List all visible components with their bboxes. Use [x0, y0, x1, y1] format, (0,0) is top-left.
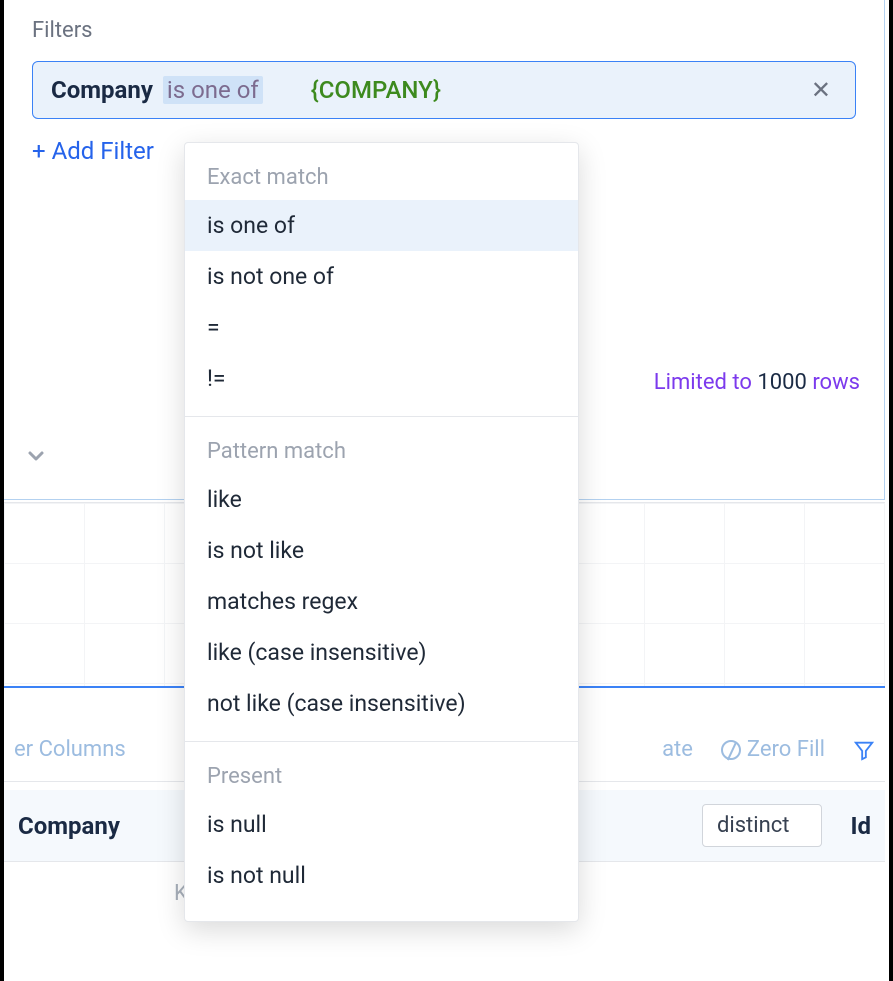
- dropdown-item[interactable]: is not one of: [185, 251, 578, 302]
- dropdown-item[interactable]: is not null: [185, 850, 578, 901]
- dropdown-item[interactable]: not like (case insensitive): [185, 678, 578, 729]
- filter-toolbar-button[interactable]: [853, 739, 875, 761]
- filters-heading: Filters: [32, 18, 856, 43]
- filter-operator[interactable]: is one of: [163, 76, 263, 104]
- dropdown-section: Pattern matchlikeis not likematches rege…: [185, 417, 578, 742]
- dropdown-item[interactable]: is one of: [185, 200, 578, 251]
- add-filter-button[interactable]: + Add Filter: [32, 137, 154, 165]
- zero-fill-label: Zero Fill: [747, 737, 825, 762]
- dropdown-item[interactable]: like (case insensitive): [185, 627, 578, 678]
- dropdown-item[interactable]: =: [185, 302, 578, 353]
- close-icon[interactable]: ✕: [805, 76, 837, 104]
- filter-field-name[interactable]: Company: [51, 76, 153, 104]
- dropdown-item[interactable]: like: [185, 474, 578, 525]
- dropdown-section-header: Exact match: [185, 151, 578, 200]
- columns-button[interactable]: er Columns: [14, 737, 126, 762]
- column-id[interactable]: Id: [850, 812, 871, 840]
- ate-button[interactable]: ate: [662, 737, 693, 762]
- aggregation-select[interactable]: distinct: [702, 804, 823, 847]
- dropdown-section: Exact matchis one ofis not one of=!=: [185, 143, 578, 417]
- chevron-down-icon[interactable]: [24, 444, 48, 474]
- dropdown-item[interactable]: is null: [185, 799, 578, 850]
- dropdown-section: Presentis nullis not null: [185, 742, 578, 913]
- dropdown-item[interactable]: matches regex: [185, 576, 578, 627]
- operator-dropdown[interactable]: Exact matchis one ofis not one of=!=Patt…: [184, 142, 579, 922]
- column-company[interactable]: Company: [18, 812, 120, 840]
- limit-suffix: rows: [812, 370, 860, 395]
- dropdown-section-header: Present: [185, 750, 578, 799]
- limit-prefix: Limited to: [654, 370, 752, 395]
- limit-value: 1000: [757, 370, 806, 395]
- dropdown-item[interactable]: !=: [185, 353, 578, 404]
- filter-value[interactable]: {COMPANY}: [311, 76, 441, 104]
- dropdown-section-header: Pattern match: [185, 425, 578, 474]
- zero-fill-button[interactable]: Zero Fill: [721, 737, 825, 762]
- zero-fill-icon: [721, 740, 741, 760]
- dropdown-item[interactable]: is not like: [185, 525, 578, 576]
- filter-pill[interactable]: Company is one of {COMPANY} ✕: [32, 61, 856, 119]
- filter-icon: [853, 739, 875, 761]
- row-limit-label: Limited to 1000 rows: [654, 370, 860, 395]
